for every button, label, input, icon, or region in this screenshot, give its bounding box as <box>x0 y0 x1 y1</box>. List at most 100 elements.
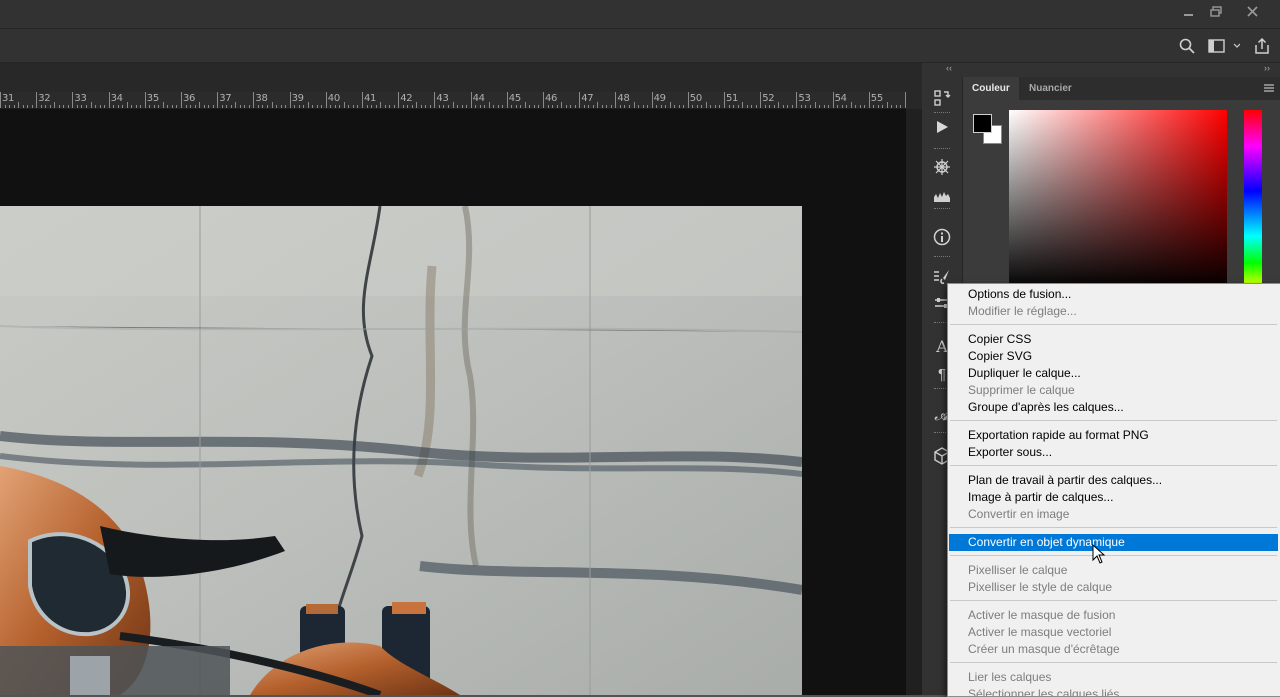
menu-item-dupliquer-le-calque[interactable]: Dupliquer le calque... <box>968 365 1081 382</box>
ruler-minor-tick <box>565 105 567 108</box>
ruler-major-tick <box>289 92 291 108</box>
ruler-minor-tick <box>819 105 821 108</box>
ruler-minor-tick <box>710 105 712 108</box>
ruler-minor-tick <box>466 105 468 108</box>
ruler-label: 35 <box>146 93 159 104</box>
ruler-minor-tick <box>343 102 345 108</box>
ruler-minor-tick <box>190 105 192 108</box>
ruler-minor-tick <box>117 105 119 108</box>
share-icon[interactable] <box>1252 36 1272 56</box>
restore-icon[interactable] <box>1201 0 1231 22</box>
motorcycle-photo <box>0 206 802 695</box>
vertical-scrollbar[interactable] <box>906 109 922 695</box>
history-icon[interactable] <box>930 86 954 110</box>
ruler-minor-tick <box>624 105 626 108</box>
navigator-icon[interactable] <box>930 155 954 179</box>
foreground-color-swatch[interactable] <box>973 114 992 133</box>
ruler-label: 54 <box>834 93 847 104</box>
ruler-minor-tick <box>208 105 210 108</box>
hue-slider[interactable] <box>1244 110 1262 290</box>
ruler-minor-tick <box>597 102 599 108</box>
panel-grip[interactable] <box>934 148 950 151</box>
menu-separator <box>950 420 1277 421</box>
ruler-minor-tick <box>352 105 354 108</box>
menu-separator <box>950 527 1277 528</box>
menu-item-supprimer-le-calque: Supprimer le calque <box>968 383 1075 397</box>
panel-menu-icon[interactable] <box>1263 82 1275 97</box>
ruler-minor-tick <box>266 105 268 108</box>
ruler-minor-tick <box>307 102 309 108</box>
ruler-minor-tick <box>203 105 205 108</box>
ruler-minor-tick <box>873 105 875 108</box>
ruler-minor-tick <box>719 105 721 108</box>
document-canvas[interactable] <box>0 206 802 695</box>
ruler-label: 40 <box>327 93 340 104</box>
ruler-minor-tick <box>502 105 504 108</box>
ruler-minor-tick <box>357 105 359 108</box>
menu-item-exporter-sous[interactable]: Exporter sous... <box>968 444 1052 461</box>
ruler-minor-tick <box>592 105 594 108</box>
ruler-minor-tick <box>570 105 572 108</box>
info-icon[interactable] <box>930 225 954 249</box>
collapse-right-icon[interactable]: ›› <box>1264 63 1270 73</box>
ruler-minor-tick <box>859 105 861 108</box>
menu-item-groupe-apres-calques[interactable]: Groupe d'après les calques... <box>968 399 1124 416</box>
ruler-minor-tick <box>303 105 305 108</box>
actions-play-icon[interactable] <box>930 115 954 139</box>
ruler-minor-tick <box>547 105 549 108</box>
ruler-minor-tick <box>226 105 228 108</box>
tab-couleur[interactable]: Couleur <box>963 77 1019 100</box>
ruler-major-tick <box>72 92 74 108</box>
ruler-minor-tick <box>520 105 522 108</box>
ruler-minor-tick <box>407 105 409 108</box>
minimize-icon[interactable] <box>1173 0 1203 22</box>
ruler-minor-tick <box>104 105 106 108</box>
panel-collapse-bar: ‹‹ ›› <box>922 63 1280 77</box>
panel-grip[interactable] <box>934 208 950 211</box>
ruler-minor-tick <box>271 102 273 108</box>
ruler-minor-tick <box>85 105 87 108</box>
ruler-minor-tick <box>457 105 459 108</box>
menu-item-options-de-fusion[interactable]: Options de fusion... <box>968 286 1071 303</box>
ruler-minor-tick <box>561 102 563 108</box>
ruler-major-tick <box>543 92 544 108</box>
ruler-minor-tick <box>877 105 879 108</box>
ruler-minor-tick <box>809 105 811 108</box>
ruler-minor-tick <box>257 105 259 108</box>
histogram-icon[interactable] <box>930 184 954 208</box>
ruler-major-tick <box>760 92 762 108</box>
ruler-minor-tick <box>515 105 517 108</box>
ruler-minor-tick <box>262 105 264 108</box>
ruler-minor-tick <box>742 102 744 108</box>
ruler-label: 45 <box>508 93 521 104</box>
panel-grip[interactable] <box>934 256 950 259</box>
menu-item-copier-svg[interactable]: Copier SVG <box>968 348 1032 365</box>
menu-item-copier-css[interactable]: Copier CSS <box>968 331 1031 348</box>
ruler-minor-tick <box>76 105 78 108</box>
ruler-label: 48 <box>617 93 630 104</box>
collapse-left-icon[interactable]: ‹‹ <box>946 63 952 73</box>
ruler-minor-tick <box>746 105 748 108</box>
menu-item-image-a-partir-de-calques[interactable]: Image à partir de calques... <box>968 489 1113 506</box>
horizontal-ruler: 31 32 33 34 35 36 37 38 39 40 41 42 43 44 45 46 47 48 49 50… <box>0 92 906 109</box>
ruler-major-tick <box>724 92 725 108</box>
options-bar <box>0 29 1280 63</box>
ruler-minor-tick <box>556 105 558 108</box>
search-icon[interactable] <box>1177 36 1197 56</box>
ruler-major-tick <box>362 92 363 108</box>
tab-nuancier[interactable]: Nuancier <box>1020 77 1081 100</box>
title-bar <box>0 0 1280 29</box>
ruler-minor-tick <box>339 105 341 108</box>
menu-item-plan-de-travail[interactable]: Plan de travail à partir des calques... <box>968 472 1162 489</box>
ruler-minor-tick <box>171 105 173 108</box>
menu-item-exportation-rapide-png[interactable]: Exportation rapide au format PNG <box>968 427 1149 444</box>
ruler-minor-tick <box>823 105 825 108</box>
ruler-label: 39 <box>291 93 304 104</box>
close-icon[interactable] <box>1237 0 1267 22</box>
ruler-minor-tick <box>40 105 42 108</box>
workspace-icon[interactable] <box>1207 36 1241 56</box>
color-spectrum-field[interactable] <box>1009 110 1227 290</box>
ruler-label: 41 <box>364 93 377 104</box>
ruler-label: 43 <box>436 93 449 104</box>
ruler-major-tick <box>253 92 255 108</box>
